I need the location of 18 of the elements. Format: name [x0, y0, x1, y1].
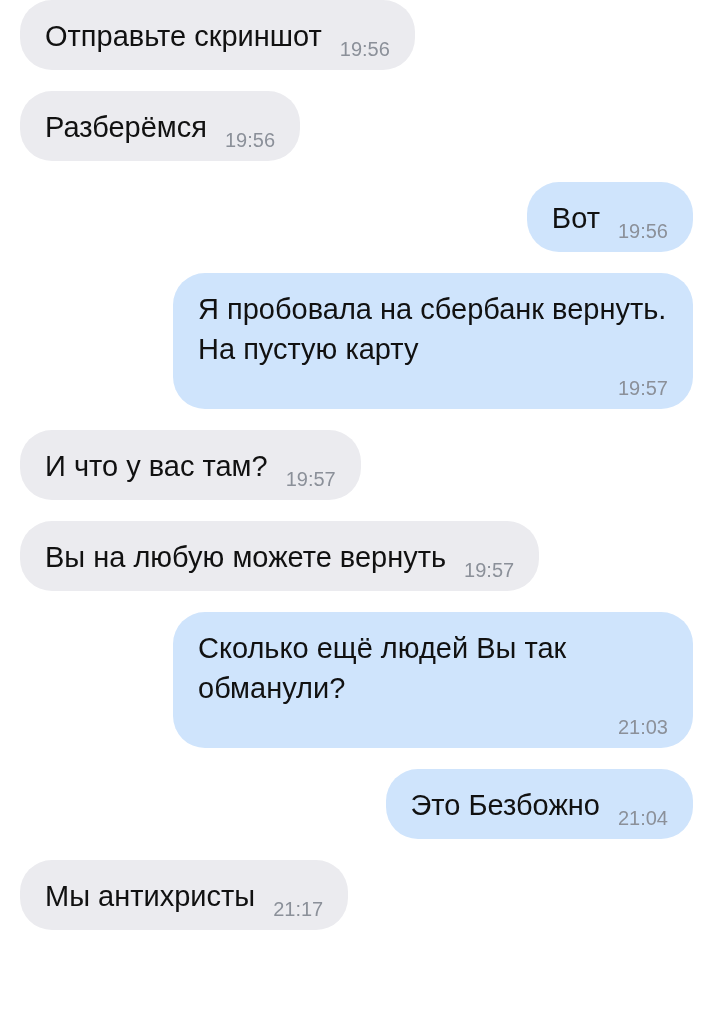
message-time: 19:57 — [464, 558, 515, 583]
message-time: 21:17 — [273, 897, 324, 922]
message-time: 21:03 — [617, 715, 668, 740]
message-text: Разберёмся — [45, 110, 207, 145]
message-time: 19:57 — [285, 467, 336, 492]
message-text: Это Безбожно — [410, 788, 600, 823]
message-text: И что у вас там? — [45, 449, 268, 484]
message-text: Мы антихристы — [45, 879, 256, 914]
message-time: 21:04 — [617, 806, 668, 831]
message-time: 19:56 — [617, 219, 668, 244]
message-time: 19:56 — [339, 37, 390, 62]
message-time: 19:57 — [617, 376, 668, 401]
message-text: Отправьте скриншот — [45, 19, 322, 54]
message-time: 19:56 — [224, 128, 276, 153]
message-text: Вот — [551, 201, 600, 236]
message-text: Вы на любую можете вернуть — [45, 540, 447, 575]
message-text: Сколько ещё людей Вы так обманули? — [198, 631, 568, 706]
message-text: Я пробовала на сбербанк вернуть. На пустую карту — [198, 292, 668, 367]
